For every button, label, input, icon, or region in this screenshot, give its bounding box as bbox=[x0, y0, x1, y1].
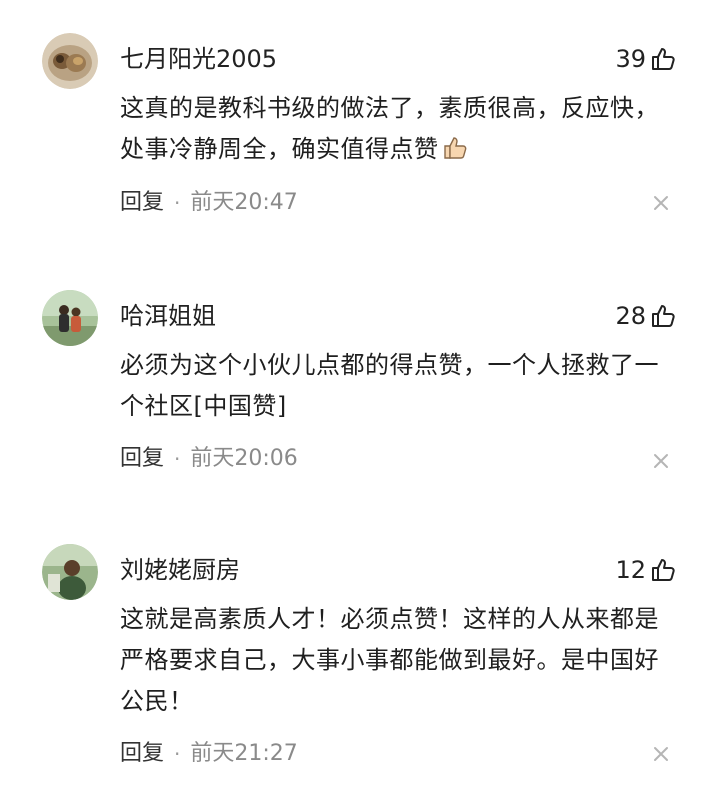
thumbs-up-icon bbox=[652, 48, 675, 70]
reply-button[interactable]: 回复 bbox=[120, 188, 164, 218]
avatar[interactable] bbox=[42, 544, 98, 600]
comment-text: 这真的是教科书级的做法了，素质很高，反应快，处事冷静周全，确实值得点赞 bbox=[120, 88, 680, 174]
reply-button[interactable]: 回复 bbox=[120, 444, 164, 474]
username[interactable]: 刘姥姥厨房 bbox=[120, 554, 240, 586]
comment-meta: 回复 · 前天20:06 bbox=[120, 444, 298, 474]
separator-dot: · bbox=[174, 742, 181, 766]
comment-text: 必须为这个小伙儿点都的得点赞，一个人拯救了一个社区[中国赞] bbox=[120, 351, 659, 420]
separator-dot: · bbox=[174, 447, 181, 471]
timestamp: 前天20:06 bbox=[190, 446, 298, 471]
thumbs-up-emoji-icon bbox=[441, 133, 469, 174]
username[interactable]: 七月阳光2005 bbox=[120, 43, 277, 75]
comment-meta: 回复 · 前天20:47 bbox=[120, 188, 298, 218]
reply-button[interactable]: 回复 bbox=[120, 739, 164, 769]
comment-item: 七月阳光2005 39 这真的是教科书级的做法了，素质很高，反应快，处事冷静周全… bbox=[0, 33, 724, 233]
comment-item: 刘姥姥厨房 12 这就是高素质人才！必须点赞！这样的人从来都是严格要求自己，大事… bbox=[0, 544, 724, 784]
timestamp: 前天20:47 bbox=[190, 190, 298, 215]
close-icon[interactable] bbox=[650, 450, 672, 472]
avatar[interactable] bbox=[42, 33, 98, 89]
separator-dot: · bbox=[174, 191, 181, 215]
username[interactable]: 哈洱姐姐 bbox=[120, 300, 216, 332]
close-icon[interactable] bbox=[650, 743, 672, 765]
close-icon[interactable] bbox=[650, 192, 672, 214]
like-count: 28 bbox=[615, 302, 646, 330]
like-button[interactable]: 12 bbox=[615, 552, 676, 588]
like-button[interactable]: 28 bbox=[615, 298, 676, 334]
comment-text-body: 这真的是教科书级的做法了，素质很高，反应快，处事冷静周全，确实值得点赞 bbox=[120, 94, 659, 163]
comment-meta: 回复 · 前天21:27 bbox=[120, 739, 298, 769]
like-count: 12 bbox=[615, 556, 646, 584]
thumbs-up-icon bbox=[652, 559, 675, 581]
like-count: 39 bbox=[615, 45, 646, 73]
like-button[interactable]: 39 bbox=[615, 41, 676, 77]
timestamp: 前天21:27 bbox=[190, 741, 298, 766]
comment-text: 这就是高素质人才！必须点赞！这样的人从来都是严格要求自己，大事小事都能做到最好。… bbox=[120, 605, 659, 715]
avatar[interactable] bbox=[42, 290, 98, 346]
comment-item: 哈洱姐姐 28 必须为这个小伙儿点都的得点赞，一个人拯救了一个社区[中国赞] 回… bbox=[0, 290, 724, 490]
thumbs-up-icon bbox=[652, 305, 675, 327]
